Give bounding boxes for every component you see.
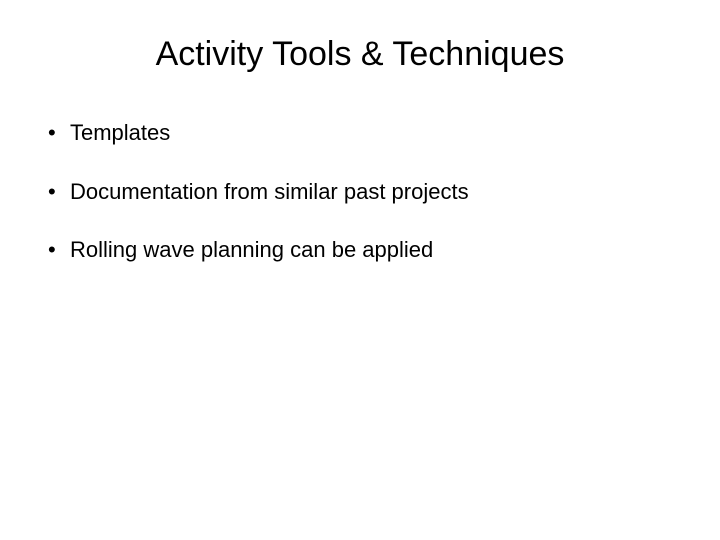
list-item: Templates [48, 119, 690, 148]
list-item: Rolling wave planning can be applied [48, 236, 690, 265]
list-item: Documentation from similar past projects [48, 178, 690, 207]
bullet-list: Templates Documentation from similar pas… [30, 119, 690, 265]
slide-title: Activity Tools & Techniques [70, 35, 650, 74]
